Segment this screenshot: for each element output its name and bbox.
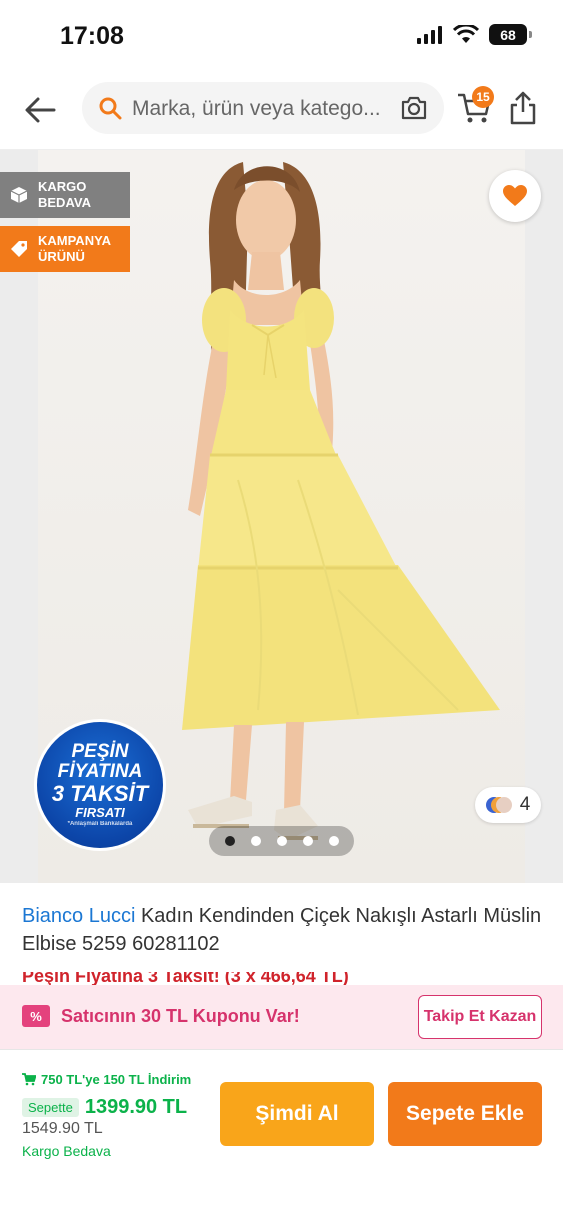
basket-discount: 750 TL'ye 150 TL İndirim — [22, 1072, 191, 1087]
product-title: Bianco Lucci Kadın Kendinden Çiçek Nakış… — [22, 902, 542, 958]
wifi-icon — [453, 25, 479, 43]
battery-indicator: 68 — [489, 24, 532, 45]
pager-dot[interactable] — [250, 836, 261, 846]
purchase-bar: 750 TL'ye 150 TL İndirim Sepette 1399.90… — [0, 1049, 563, 1219]
coupon-icon: % — [22, 1005, 50, 1027]
discount-text: 750 TL'ye 150 TL İndirim — [41, 1072, 192, 1087]
basket-price-tag: Sepette — [22, 1098, 79, 1117]
promo-line-1: PEŞİN — [71, 741, 129, 762]
search-input[interactable]: Marka, ürün veya katego... — [132, 97, 402, 121]
promo-line-4: FIRSATI — [75, 805, 125, 820]
installment-promo-sticker: PEŞİN FİYATINA 3 TAKSİT FIRSATI *Anlaşma… — [37, 722, 163, 848]
search-icon — [99, 97, 122, 120]
campaign-badge: KAMPANYA ÜRÜNÜ — [0, 226, 130, 272]
pager-dot[interactable] — [224, 836, 235, 846]
battery-level: 68 — [500, 26, 516, 43]
installment-info-partial: Peşin Fiyatına 3 Taksit! (3 x 466,64 TL) — [22, 972, 542, 986]
search-bar[interactable]: Marka, ürün veya katego... — [82, 82, 444, 134]
favorite-button[interactable] — [489, 170, 541, 222]
price-row: Sepette 1399.90 TL — [22, 1096, 187, 1119]
seller-coupon-banner[interactable]: % Satıcının 30 TL Kuponu Var! Takip Et K… — [0, 985, 563, 1049]
promo-line-2: FİYATINA — [57, 761, 143, 782]
box-icon — [10, 187, 28, 203]
campaign-line-2: ÜRÜNÜ — [38, 249, 85, 264]
pager-dot[interactable] — [276, 836, 287, 846]
installment-info-text: Peşin Fiyatına 3 Taksit! (3 x 466,64 TL) — [22, 972, 349, 986]
promo-line-3: 3 TAKSİT — [51, 781, 149, 806]
free-shipping-line-1: KARGO — [38, 179, 87, 194]
status-bar: 17:08 68 — [0, 0, 563, 72]
color-count: 4 — [519, 794, 531, 815]
free-shipping-line-2: BEDAVA — [38, 195, 91, 210]
follow-and-earn-button[interactable]: Takip Et Kazan — [418, 995, 542, 1039]
top-navigation: Marka, ürün veya katego... 15 — [0, 72, 563, 150]
promo-fine-print: *Anlaşmalı Bankalarda — [67, 821, 133, 827]
campaign-line-1: KAMPANYA — [38, 233, 111, 248]
buy-now-button[interactable]: Şimdi Al — [220, 1082, 374, 1146]
share-icon[interactable] — [508, 90, 538, 126]
sale-price: 1399.90 TL — [84, 1096, 188, 1118]
add-to-cart-button[interactable]: Sepete Ekle — [388, 1082, 542, 1146]
color-options-button[interactable]: 4 — [475, 787, 541, 823]
back-arrow-icon[interactable] — [20, 90, 60, 130]
product-image-gallery[interactable]: KARGO BEDAVA KAMPANYA ÜRÜNÜ PEŞİN FİYATI… — [0, 150, 563, 883]
brand-link[interactable]: Bianco Lucci — [22, 905, 135, 927]
free-shipping-badge: KARGO BEDAVA — [0, 172, 130, 218]
cart-small-icon — [22, 1073, 36, 1086]
pager-dot[interactable] — [302, 836, 313, 846]
image-pager[interactable] — [209, 826, 354, 856]
status-time: 17:08 — [60, 22, 124, 50]
camera-search-icon[interactable] — [400, 95, 428, 121]
cellular-signal-icon — [417, 25, 442, 44]
color-swatches-icon — [485, 797, 512, 813]
coupon-text: Satıcının 30 TL Kuponu Var! — [61, 1006, 300, 1026]
tag-icon — [11, 241, 27, 257]
original-price: 1549.90 TL — [22, 1120, 103, 1137]
status-icons: 68 — [417, 24, 532, 45]
free-shipping-text: Kargo Bedava — [22, 1143, 111, 1159]
heart-icon — [503, 185, 527, 206]
pager-dot[interactable] — [328, 836, 339, 846]
cart-count-badge: 15 — [472, 86, 494, 108]
